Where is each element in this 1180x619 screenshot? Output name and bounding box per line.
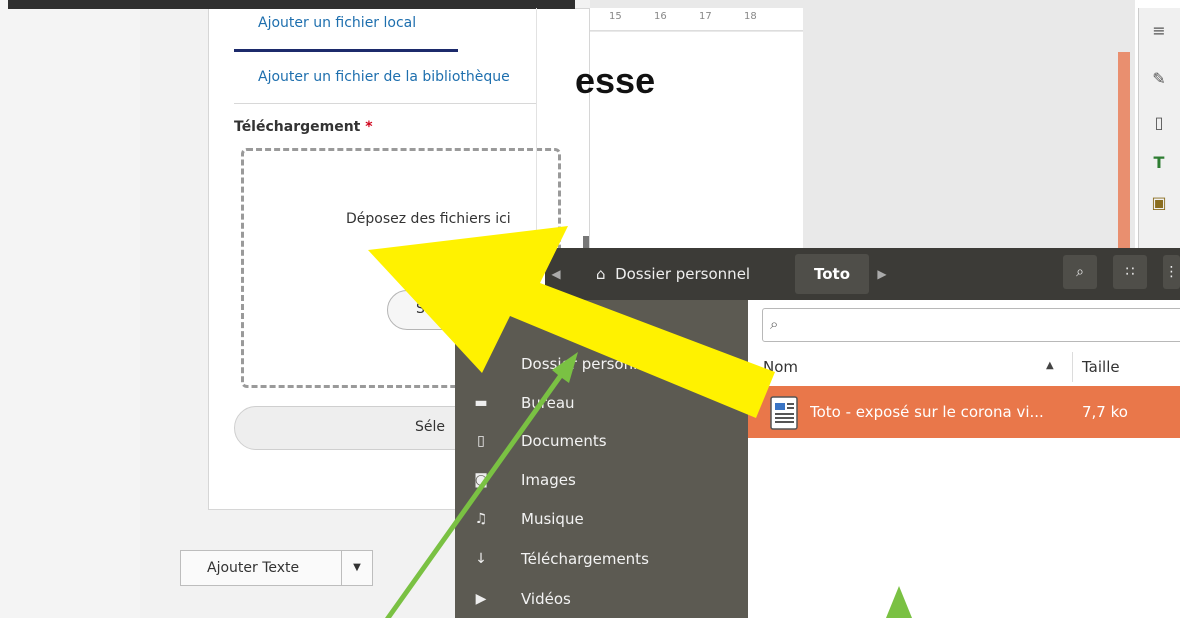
sidebar-item-label: Images <box>521 471 576 489</box>
breadcrumb-home-label: Dossier personnel <box>615 265 751 283</box>
sidebar-item-images[interactable]: ◙ Images <box>455 461 748 500</box>
ruler-label: 17 <box>699 11 712 22</box>
gallery-icon[interactable]: ▣ <box>1148 192 1170 214</box>
search-input[interactable] <box>762 308 1180 342</box>
divider <box>234 103 536 104</box>
search-icon: ⌕ <box>1076 264 1084 280</box>
ruler-label: 16 <box>654 11 667 22</box>
sidebar-item-label: Documents <box>521 432 607 450</box>
document-heading-text: esse <box>575 60 656 101</box>
file-list-pane <box>748 300 1180 618</box>
sidebar-item-label: Musique <box>521 510 584 528</box>
file-name: Toto - exposé sur le corona vi... <box>810 403 1044 421</box>
tab-add-local-file[interactable]: Ajouter un fichier local <box>258 15 416 31</box>
upload-label: Téléchargement * <box>234 119 373 135</box>
menu-icon: ⋮ <box>1164 264 1179 280</box>
home-icon: ⌂ <box>596 265 606 283</box>
menu-icon[interactable]: ≡ <box>1148 20 1170 42</box>
back-arrow-icon[interactable]: ◀ <box>545 248 567 300</box>
text-style-icon[interactable]: T <box>1148 152 1170 174</box>
upload-label-text: Téléchargement <box>234 119 361 135</box>
wrench-icon[interactable]: ✎ <box>1148 68 1170 90</box>
camera-icon: ◙ <box>474 472 488 488</box>
view-toggle-button[interactable]: ∷ <box>1113 255 1147 289</box>
add-text-button[interactable]: Ajouter Texte <box>180 550 342 586</box>
sidebar-item-videos[interactable]: ▶ Vidéos <box>455 580 748 619</box>
required-marker: * <box>365 119 373 135</box>
column-header-size[interactable]: Taille <box>1082 358 1120 376</box>
page-icon[interactable]: ▯ <box>1148 112 1170 134</box>
sidebar-item-home[interactable]: ⌂ Dossier personnel <box>455 345 748 384</box>
download-icon: ↓ <box>475 551 487 567</box>
add-text-dropdown-toggle[interactable]: ▼ <box>341 550 373 586</box>
ruler-label: 18 <box>744 11 757 22</box>
breadcrumb-current[interactable]: Toto <box>795 254 869 294</box>
video-icon: ▶ <box>475 591 487 607</box>
sidebar-item-documents[interactable]: ▯ Documents <box>455 422 748 461</box>
music-icon: ♫ <box>474 511 488 527</box>
ruler-label: 15 <box>609 11 622 22</box>
tab-add-library-file[interactable]: Ajouter un fichier de la bibliothèque <box>258 69 510 85</box>
breadcrumb-home[interactable]: ⌂ Dossier personnel <box>578 254 792 294</box>
active-tab-indicator <box>234 49 458 52</box>
page-margin <box>0 0 140 618</box>
sidebar-item-bureau[interactable]: ▬ Bureau <box>455 384 748 423</box>
grid-icon: ∷ <box>1125 264 1135 280</box>
ruler: 15 16 17 18 <box>590 8 803 31</box>
sidebar-item-musique[interactable]: ♫ Musique <box>455 500 748 539</box>
document-icon: ▯ <box>477 433 485 449</box>
search-button[interactable]: ⌕ <box>1063 255 1097 289</box>
sidebar-item-label: Dossier personnel <box>521 355 657 373</box>
sidebar-item-label: Téléchargements <box>521 550 649 568</box>
sidebar-item-telechargements[interactable]: ↓ Téléchargements <box>455 540 748 579</box>
scroll-indicator <box>1118 52 1130 252</box>
top-bar <box>8 0 575 9</box>
sidebar-item-label: Bureau <box>521 394 575 412</box>
dropzone-text: Déposez des fichiers ici <box>346 211 511 227</box>
home-icon: ⌂ <box>476 356 486 372</box>
file-size: 7,7 ko <box>1082 403 1128 421</box>
column-divider[interactable] <box>1072 352 1073 382</box>
sidebar-item-label: Vidéos <box>521 590 571 608</box>
sort-ascending-icon[interactable]: ▲ <box>1046 360 1054 371</box>
forward-arrow-icon[interactable]: ▶ <box>872 254 892 294</box>
search-icon: ⌕ <box>770 315 779 333</box>
column-header-name[interactable]: Nom <box>763 358 798 376</box>
folder-icon: ▬ <box>474 395 488 411</box>
menu-button[interactable]: ⋮ <box>1163 255 1180 289</box>
text-document-icon <box>770 396 798 430</box>
